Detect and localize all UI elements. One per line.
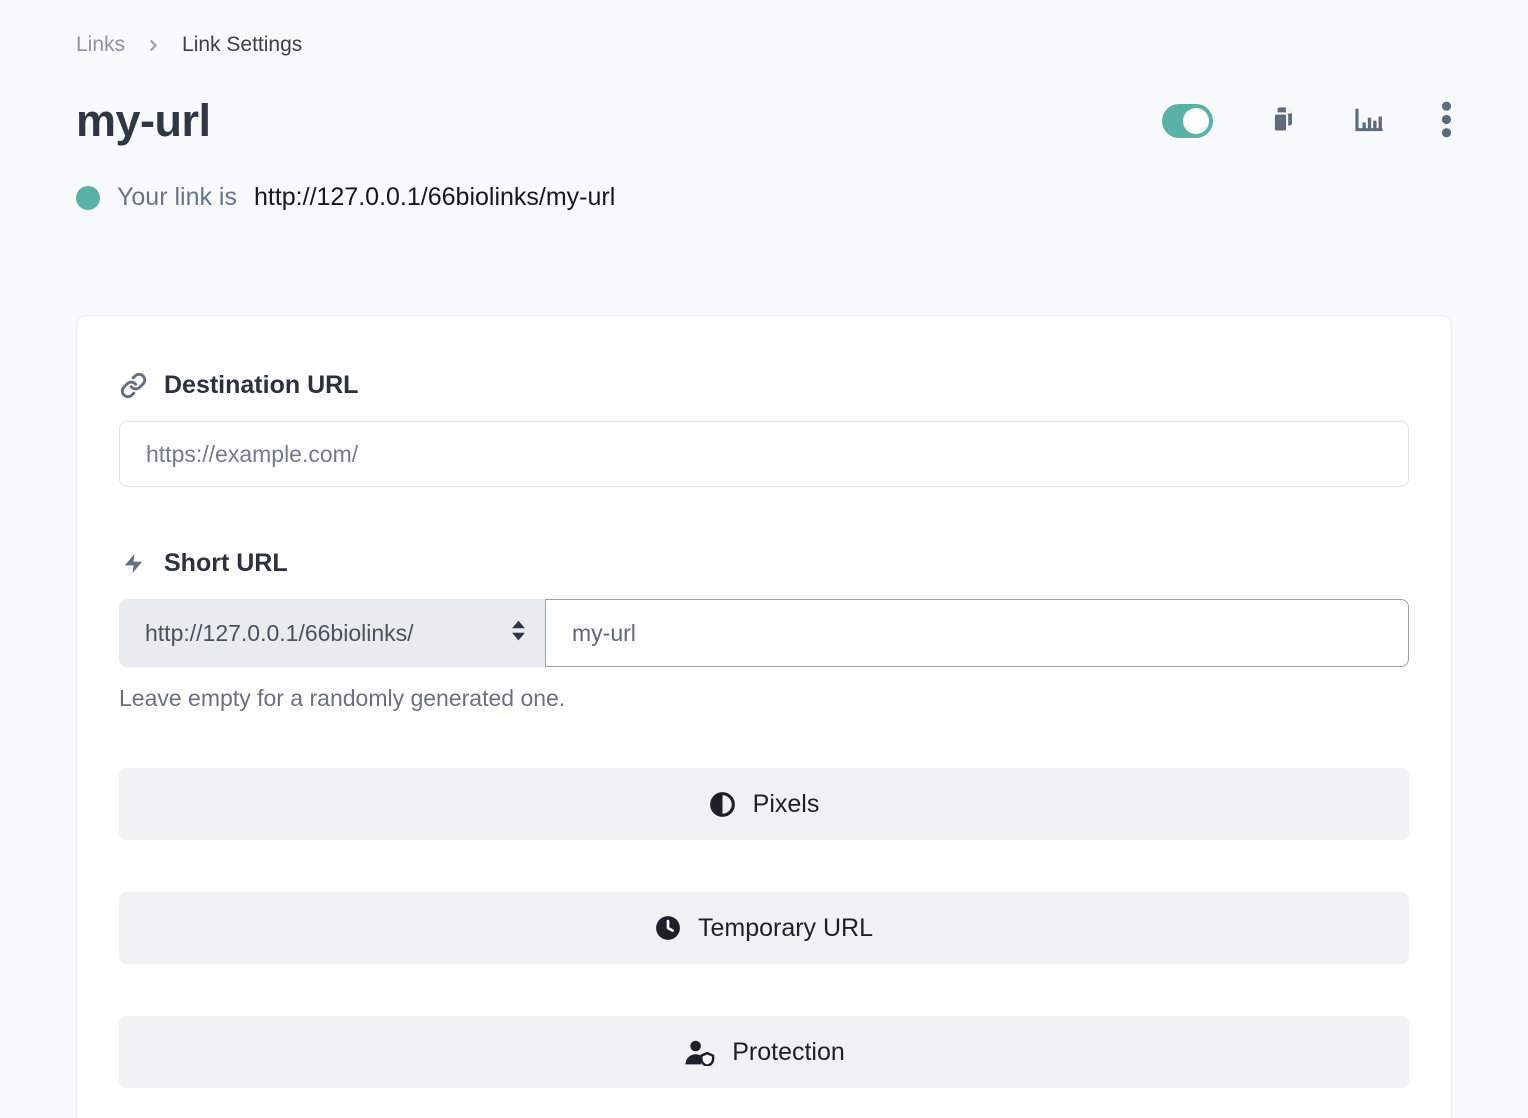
page-title: my-url <box>76 95 211 147</box>
short-url-label-row: Short URL <box>119 549 1409 578</box>
link-settings-page: Links Link Settings my-url <box>0 0 1528 1118</box>
temporary-url-button-label: Temporary URL <box>698 914 873 943</box>
clock-icon <box>655 915 681 941</box>
pixels-button-label: Pixels <box>753 790 820 819</box>
select-arrows-icon <box>509 619 528 647</box>
breadcrumb-current: Link Settings <box>182 33 302 57</box>
chevron-right-icon <box>145 37 162 54</box>
breadcrumb: Links Link Settings <box>76 33 1452 57</box>
destination-url-input[interactable] <box>119 421 1409 487</box>
toggle-knob <box>1183 108 1209 134</box>
temporary-url-button[interactable]: Temporary URL <box>119 892 1409 964</box>
more-options-button[interactable] <box>1441 101 1452 141</box>
domain-select-value: http://127.0.0.1/66biolinks/ <box>145 620 414 647</box>
status-dot-icon <box>76 186 100 210</box>
link-icon <box>119 372 147 399</box>
short-url-label: Short URL <box>164 549 288 578</box>
protection-button[interactable]: Protection <box>119 1016 1409 1088</box>
bar-chart-icon <box>1354 106 1385 136</box>
link-controls <box>1162 101 1452 141</box>
status-row: Your link is http://127.0.0.1/66biolinks… <box>76 183 1452 212</box>
copy-icon <box>1269 105 1298 137</box>
destination-url-label-row: Destination URL <box>119 371 1409 400</box>
destination-url-label: Destination URL <box>164 371 358 400</box>
short-url-input[interactable] <box>545 599 1409 667</box>
pixels-button[interactable]: Pixels <box>119 768 1409 840</box>
statistics-button[interactable] <box>1354 106 1385 136</box>
domain-select[interactable]: http://127.0.0.1/66biolinks/ <box>119 599 545 667</box>
status-text: Your link is <box>117 183 237 212</box>
short-url-row: http://127.0.0.1/66biolinks/ <box>119 599 1409 667</box>
protection-button-label: Protection <box>732 1038 845 1067</box>
kebab-menu-icon <box>1441 101 1452 141</box>
short-url-help-text: Leave empty for a randomly generated one… <box>119 685 1409 712</box>
link-active-toggle[interactable] <box>1162 104 1213 138</box>
link-settings-card: Destination URL Short URL http://127.0.0… <box>76 315 1452 1118</box>
short-link-url[interactable]: http://127.0.0.1/66biolinks/my-url <box>254 183 615 212</box>
zap-icon <box>119 551 147 576</box>
adjust-icon <box>709 791 736 818</box>
breadcrumb-links[interactable]: Links <box>76 33 125 57</box>
header-row: my-url <box>76 95 1452 147</box>
short-url-section: Short URL http://127.0.0.1/66biolinks/ L… <box>119 549 1409 712</box>
copy-link-button[interactable] <box>1269 105 1298 137</box>
user-shield-icon <box>683 1039 715 1066</box>
